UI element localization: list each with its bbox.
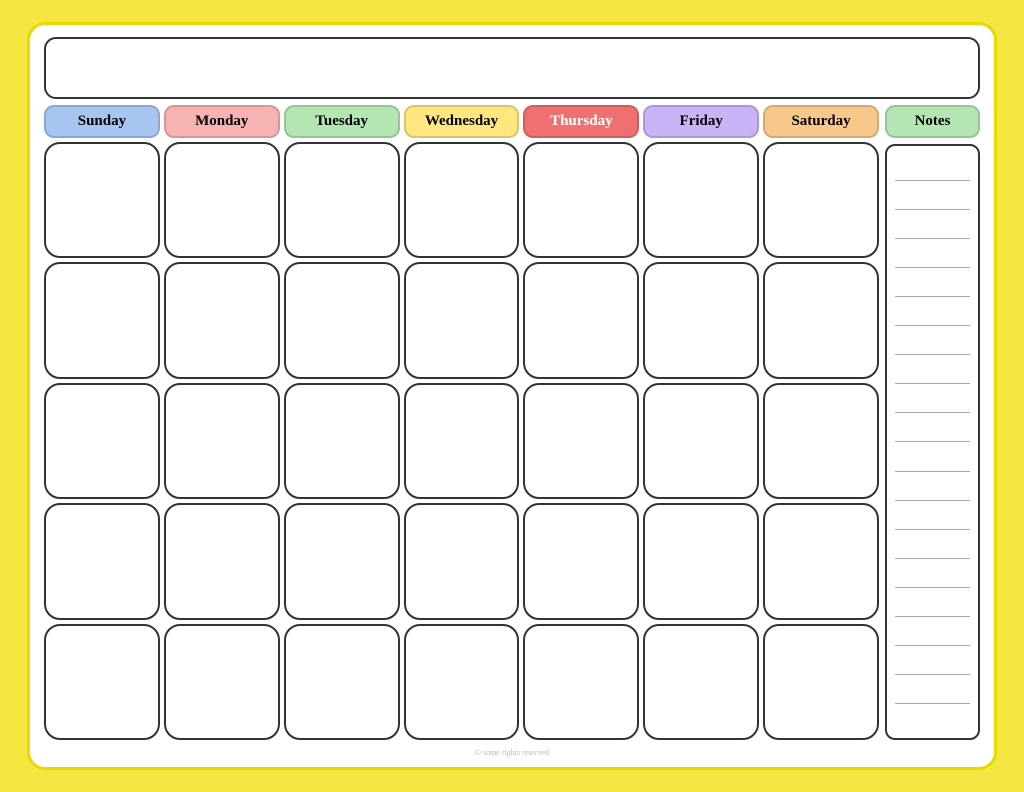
cell-1-6[interactable] (643, 142, 759, 258)
note-line-7[interactable] (895, 326, 970, 355)
cell-3-5[interactable] (523, 383, 639, 499)
cell-3-7[interactable] (763, 383, 879, 499)
cell-5-7[interactable] (763, 624, 879, 740)
calendar-container: Sunday Monday Tuesday Wednesday Thursday… (27, 22, 997, 770)
week-row-2 (44, 262, 879, 378)
note-line-6[interactable] (895, 297, 970, 326)
week-row-1 (44, 142, 879, 258)
note-line-9[interactable] (895, 384, 970, 413)
note-line-15[interactable] (895, 559, 970, 588)
cell-4-3[interactable] (284, 503, 400, 619)
cell-1-1[interactable] (44, 142, 160, 258)
cell-4-1[interactable] (44, 503, 160, 619)
week-row-4 (44, 503, 879, 619)
cell-4-4[interactable] (404, 503, 520, 619)
cell-3-3[interactable] (284, 383, 400, 499)
week-row-5 (44, 624, 879, 740)
note-line-11[interactable] (895, 442, 970, 471)
header-wednesday: Wednesday (404, 105, 520, 138)
cell-1-2[interactable] (164, 142, 280, 258)
notes-header: Notes (885, 105, 980, 138)
cell-3-4[interactable] (404, 383, 520, 499)
note-line-18[interactable] (895, 646, 970, 675)
cell-2-5[interactable] (523, 262, 639, 378)
main-grid: Sunday Monday Tuesday Wednesday Thursday… (44, 105, 879, 740)
cell-2-1[interactable] (44, 262, 160, 378)
note-line-1[interactable] (895, 152, 970, 181)
day-headers: Sunday Monday Tuesday Wednesday Thursday… (44, 105, 879, 138)
cell-2-3[interactable] (284, 262, 400, 378)
cell-1-7[interactable] (763, 142, 879, 258)
cell-1-5[interactable] (523, 142, 639, 258)
cell-5-1[interactable] (44, 624, 160, 740)
header-friday: Friday (643, 105, 759, 138)
cell-2-6[interactable] (643, 262, 759, 378)
cell-5-3[interactable] (284, 624, 400, 740)
note-line-8[interactable] (895, 355, 970, 384)
cell-5-5[interactable] (523, 624, 639, 740)
header-monday: Monday (164, 105, 280, 138)
note-line-16[interactable] (895, 588, 970, 617)
cell-3-1[interactable] (44, 383, 160, 499)
note-line-4[interactable] (895, 239, 970, 268)
header-tuesday: Tuesday (284, 105, 400, 138)
note-line-13[interactable] (895, 501, 970, 530)
cell-2-7[interactable] (763, 262, 879, 378)
header-thursday: Thursday (523, 105, 639, 138)
note-line-19[interactable] (895, 675, 970, 704)
note-line-10[interactable] (895, 413, 970, 442)
cell-5-6[interactable] (643, 624, 759, 740)
notes-lines[interactable] (885, 144, 980, 740)
note-line-3[interactable] (895, 210, 970, 239)
cell-4-7[interactable] (763, 503, 879, 619)
cell-4-2[interactable] (164, 503, 280, 619)
weeks-container (44, 142, 879, 740)
title-box[interactable] (44, 37, 980, 99)
note-line-5[interactable] (895, 268, 970, 297)
header-sunday: Sunday (44, 105, 160, 138)
calendar-body: Sunday Monday Tuesday Wednesday Thursday… (44, 105, 980, 740)
note-line-14[interactable] (895, 530, 970, 559)
cell-3-2[interactable] (164, 383, 280, 499)
cell-2-2[interactable] (164, 262, 280, 378)
cell-2-4[interactable] (404, 262, 520, 378)
note-line-12[interactable] (895, 472, 970, 501)
cell-1-4[interactable] (404, 142, 520, 258)
cell-5-2[interactable] (164, 624, 280, 740)
cell-4-5[interactable] (523, 503, 639, 619)
cell-3-6[interactable] (643, 383, 759, 499)
cell-5-4[interactable] (404, 624, 520, 740)
note-line-2[interactable] (895, 181, 970, 210)
note-line-17[interactable] (895, 617, 970, 646)
header-saturday: Saturday (763, 105, 879, 138)
notes-section: Notes (885, 105, 980, 740)
cell-4-6[interactable] (643, 503, 759, 619)
week-row-3 (44, 383, 879, 499)
watermark: © some rights reserved (44, 748, 980, 757)
cell-1-3[interactable] (284, 142, 400, 258)
note-line-20[interactable] (895, 704, 970, 732)
